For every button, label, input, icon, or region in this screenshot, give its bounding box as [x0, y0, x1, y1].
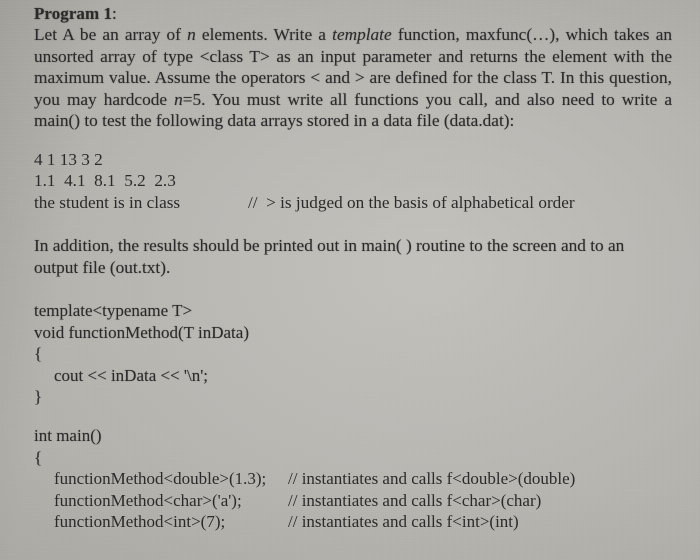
document-photo: Program 1: Let A be an array of n elemen…: [0, 0, 700, 560]
code-line-main-signature: int main(): [34, 425, 102, 445]
code-line-close-brace-function: }: [34, 387, 43, 407]
code-call-statement: functionMethod<int>(7);: [54, 512, 226, 532]
intro-italic-template: template: [332, 25, 392, 44]
spacer-before-main: [34, 408, 674, 425]
data-line-double-array: 1.1 4.1 8.1 5.2 2.3: [34, 171, 176, 190]
intro-italic-n-1: n: [187, 25, 196, 44]
spacer-before-closing-brace: [34, 533, 674, 555]
intro-italic-n-2: n: [174, 89, 183, 109]
code-call-comment: // instantiates and calls f<int>(int): [288, 512, 519, 532]
code-call-row: functionMethod<char>('a'); // instantiate…: [34, 490, 674, 512]
code-line-cout: cout << inData << '\n';: [34, 365, 674, 387]
page-title: Program 1:: [34, 0, 674, 24]
addition-paragraph: In addition, the results should be print…: [34, 236, 625, 277]
code-call-statement: functionMethod<double>(1.3);: [54, 469, 267, 489]
intro-seg-2: elements. Write a: [195, 25, 333, 44]
data-line-string-array: the student is in class: [34, 192, 181, 212]
spacer-before-closing-brace-2: [34, 555, 674, 560]
code-call-row: functionMethod<int>(7); // instantiates a…: [34, 511, 674, 533]
data-line-int-array: 4 1 13 3 2: [34, 149, 103, 169]
intro-paragraph: Let A be an array of n elements. Write a…: [34, 24, 672, 132]
code-line-function-signature: void functionMethod(T inData): [34, 322, 249, 342]
spacer-after-intro: [34, 132, 674, 149]
code-line-cout-text: cout << inData << '\n';: [54, 365, 209, 385]
spacer-before-addition: [34, 213, 674, 235]
code-call-comment: // instantiates and calls f<double>(doub…: [288, 469, 576, 489]
intro-seg-1: Let A be an array of: [34, 25, 188, 44]
document-body: Program 1: Let A be an array of n elemen…: [34, 0, 674, 560]
code-line-open-brace-function: {: [34, 344, 43, 364]
code-call-comment: // instantiates and calls f<char>(char): [288, 490, 542, 510]
code-call-statement: functionMethod<char>('a');: [54, 490, 242, 510]
code-call-row: functionMethod<double>(1.3); // instantia…: [34, 468, 674, 490]
spacer-before-code: [34, 278, 674, 300]
code-line-open-brace-main: {: [34, 447, 43, 467]
data-line-string-array-comment: // > is judged on the basis of alphabeti…: [248, 192, 575, 212]
data-line-string-array-row: the student is in class // > is judged on…: [34, 192, 674, 214]
page-title-text: Program 1: [34, 4, 113, 23]
code-line-template-decl: template<typename T>: [34, 301, 193, 320]
page-title-colon: :: [112, 4, 117, 23]
